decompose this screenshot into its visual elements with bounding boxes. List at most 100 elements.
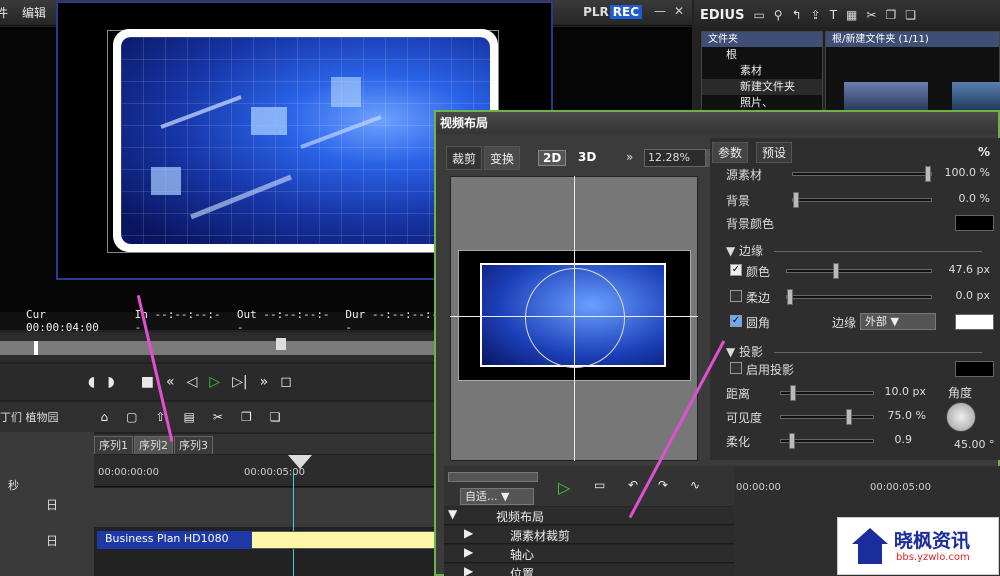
minimize-icon[interactable]: — xyxy=(654,4,666,18)
angle-dial[interactable] xyxy=(946,402,976,432)
tab-sequence-3[interactable]: 序列3 xyxy=(174,436,213,454)
folder-clips[interactable]: 素材 xyxy=(702,63,822,79)
edge-color-swatch[interactable] xyxy=(955,314,994,330)
watermark-logo: 晓枫资讯 bbs.yzwlo.com xyxy=(837,517,999,575)
visibility-slider-knob[interactable] xyxy=(846,409,852,425)
step-back-icon[interactable]: ◁ xyxy=(187,374,198,390)
angle-value[interactable]: 45.00 ° xyxy=(954,438,995,451)
soft-edge-slider[interactable] xyxy=(786,289,932,305)
tab-transform[interactable]: 变换 xyxy=(484,146,521,170)
set-in-icon[interactable]: ◖ xyxy=(88,374,95,390)
save-icon[interactable]: ▤ xyxy=(184,410,195,424)
camera-icon[interactable]: ⌂ xyxy=(101,410,109,424)
timeline-ruler[interactable]: 00:00:00:00 00:00:05:00 xyxy=(94,455,440,487)
paste-icon[interactable]: ❏ xyxy=(270,410,281,424)
source-slider-knob[interactable] xyxy=(925,166,931,182)
source-value[interactable]: 100.0 % xyxy=(945,166,990,179)
search-icon[interactable]: ⚲ xyxy=(774,8,783,22)
color-checkbox[interactable]: ✓ xyxy=(730,264,742,276)
folder-root[interactable]: 根 xyxy=(702,47,822,63)
in-marker[interactable] xyxy=(34,341,38,355)
color-slider-knob[interactable] xyxy=(833,263,839,279)
source-slider[interactable] xyxy=(792,166,932,182)
tab-crop[interactable]: 裁剪 xyxy=(446,146,483,170)
bg-color-swatch[interactable] xyxy=(955,215,994,231)
percent-toggle[interactable]: % xyxy=(978,145,990,159)
cut-icon[interactable]: ✂ xyxy=(866,8,876,22)
keyframe-play-icon[interactable]: ▷ xyxy=(558,478,570,497)
timeline-playhead[interactable] xyxy=(288,455,312,469)
visibility-slider[interactable] xyxy=(780,409,874,425)
folder-new[interactable]: 新建文件夹 xyxy=(702,79,822,95)
keyframe-row[interactable]: ▶ 轴心 xyxy=(444,545,734,563)
loop-icon[interactable]: ◻ xyxy=(280,374,292,390)
stop-icon[interactable]: ■ xyxy=(141,374,154,390)
keyframe-loop-icon[interactable]: ▭ xyxy=(594,478,605,492)
fast-forward-icon[interactable]: » xyxy=(260,374,269,390)
up-icon[interactable]: ↰ xyxy=(792,8,802,22)
menu-file[interactable]: 件 xyxy=(0,4,16,21)
rewind-icon[interactable]: « xyxy=(166,374,175,390)
playhead-handle[interactable] xyxy=(276,338,286,350)
tab-parameters[interactable]: 参数 xyxy=(712,142,749,163)
softness-value[interactable]: 0.9 xyxy=(895,433,913,446)
tab-sequence-2[interactable]: 序列2 xyxy=(134,436,173,454)
set-out-icon[interactable]: ◗ xyxy=(107,374,114,390)
round-corner-checkbox[interactable]: ✓ xyxy=(730,315,742,327)
close-icon[interactable]: ✕ xyxy=(674,4,684,18)
background-value[interactable]: 0.0 % xyxy=(959,192,990,205)
new-sequence-icon[interactable]: ▢ xyxy=(126,410,137,424)
visibility-value[interactable]: 75.0 % xyxy=(888,409,926,422)
edge-dropdown[interactable]: 外部 ▼ xyxy=(860,313,936,330)
distance-slider-knob[interactable] xyxy=(790,385,796,401)
step-forward-icon[interactable]: ▷| xyxy=(232,374,247,390)
keyframe-redo-icon[interactable]: ↷ xyxy=(658,478,668,492)
color-slider[interactable] xyxy=(786,263,932,279)
soft-edge-checkbox[interactable] xyxy=(730,290,742,302)
zoom-select[interactable]: 12.28% xyxy=(644,149,706,167)
video-track[interactable] xyxy=(94,488,440,528)
play-icon[interactable]: ▷ xyxy=(209,374,220,390)
timecode-cur: Cur 00:00:04:00 xyxy=(26,308,99,334)
keyframe-graph-icon[interactable]: ∿ xyxy=(690,478,700,492)
folder-panel: 文件夹 根 素材 新建文件夹 照片、 xyxy=(701,31,823,111)
soft-edge-slider-knob[interactable] xyxy=(787,289,793,305)
keyframe-row[interactable]: ▶ 位置 xyxy=(444,564,734,576)
seconds-label: 秒 xyxy=(8,479,19,492)
color-bar-icon[interactable]: ▦ xyxy=(846,8,857,22)
background-slider-knob[interactable] xyxy=(793,192,799,208)
mode-3d-button[interactable]: 3D xyxy=(574,150,600,164)
copy-icon[interactable]: ❐ xyxy=(241,410,252,424)
softness-slider[interactable] xyxy=(780,433,874,449)
scrub-bar[interactable] xyxy=(0,341,440,355)
enable-shadow-checkbox[interactable] xyxy=(730,362,742,374)
keyframe-undo-icon[interactable]: ↶ xyxy=(628,478,638,492)
thumbnail-1[interactable] xyxy=(844,82,928,110)
softness-slider-knob[interactable] xyxy=(789,433,795,449)
rotation-circle[interactable] xyxy=(525,268,625,368)
folder-photos[interactable]: 照片、 xyxy=(702,95,822,111)
keyframe-row[interactable]: ▼ 视频布局 xyxy=(444,507,734,525)
tab-sequence-1[interactable]: 序列1 xyxy=(94,436,133,454)
title-icon[interactable]: T xyxy=(830,8,837,22)
keyframe-row[interactable]: ▶ 源素材裁剪 xyxy=(444,526,734,544)
color-value[interactable]: 47.6 px xyxy=(949,263,990,276)
keyframe-mode-dropdown[interactable]: 自适... ▼ xyxy=(460,488,534,505)
copy-icon[interactable]: ❐ xyxy=(885,8,896,22)
import-icon[interactable]: ⇪ xyxy=(811,8,821,22)
paste-icon[interactable]: ❏ xyxy=(905,8,916,22)
thumbnail-2[interactable] xyxy=(952,82,1000,110)
background-slider[interactable] xyxy=(792,192,932,208)
mode-2d-button[interactable]: 2D xyxy=(538,150,567,166)
shadow-color-swatch[interactable] xyxy=(955,361,994,377)
scrub-area xyxy=(0,332,440,362)
distance-value[interactable]: 10.0 px xyxy=(885,385,926,398)
tab-presets[interactable]: 预设 xyxy=(756,142,793,163)
expand-icon: ▶ xyxy=(464,545,474,559)
soft-edge-value[interactable]: 0.0 px xyxy=(956,289,990,302)
distance-slider[interactable] xyxy=(780,385,874,401)
cut-icon[interactable]: ✂ xyxy=(213,410,223,424)
keyframe-zoom-slider[interactable] xyxy=(448,472,538,482)
folder-icon[interactable]: ▭ xyxy=(753,8,764,22)
menu-edit[interactable]: 编辑 xyxy=(16,4,54,21)
